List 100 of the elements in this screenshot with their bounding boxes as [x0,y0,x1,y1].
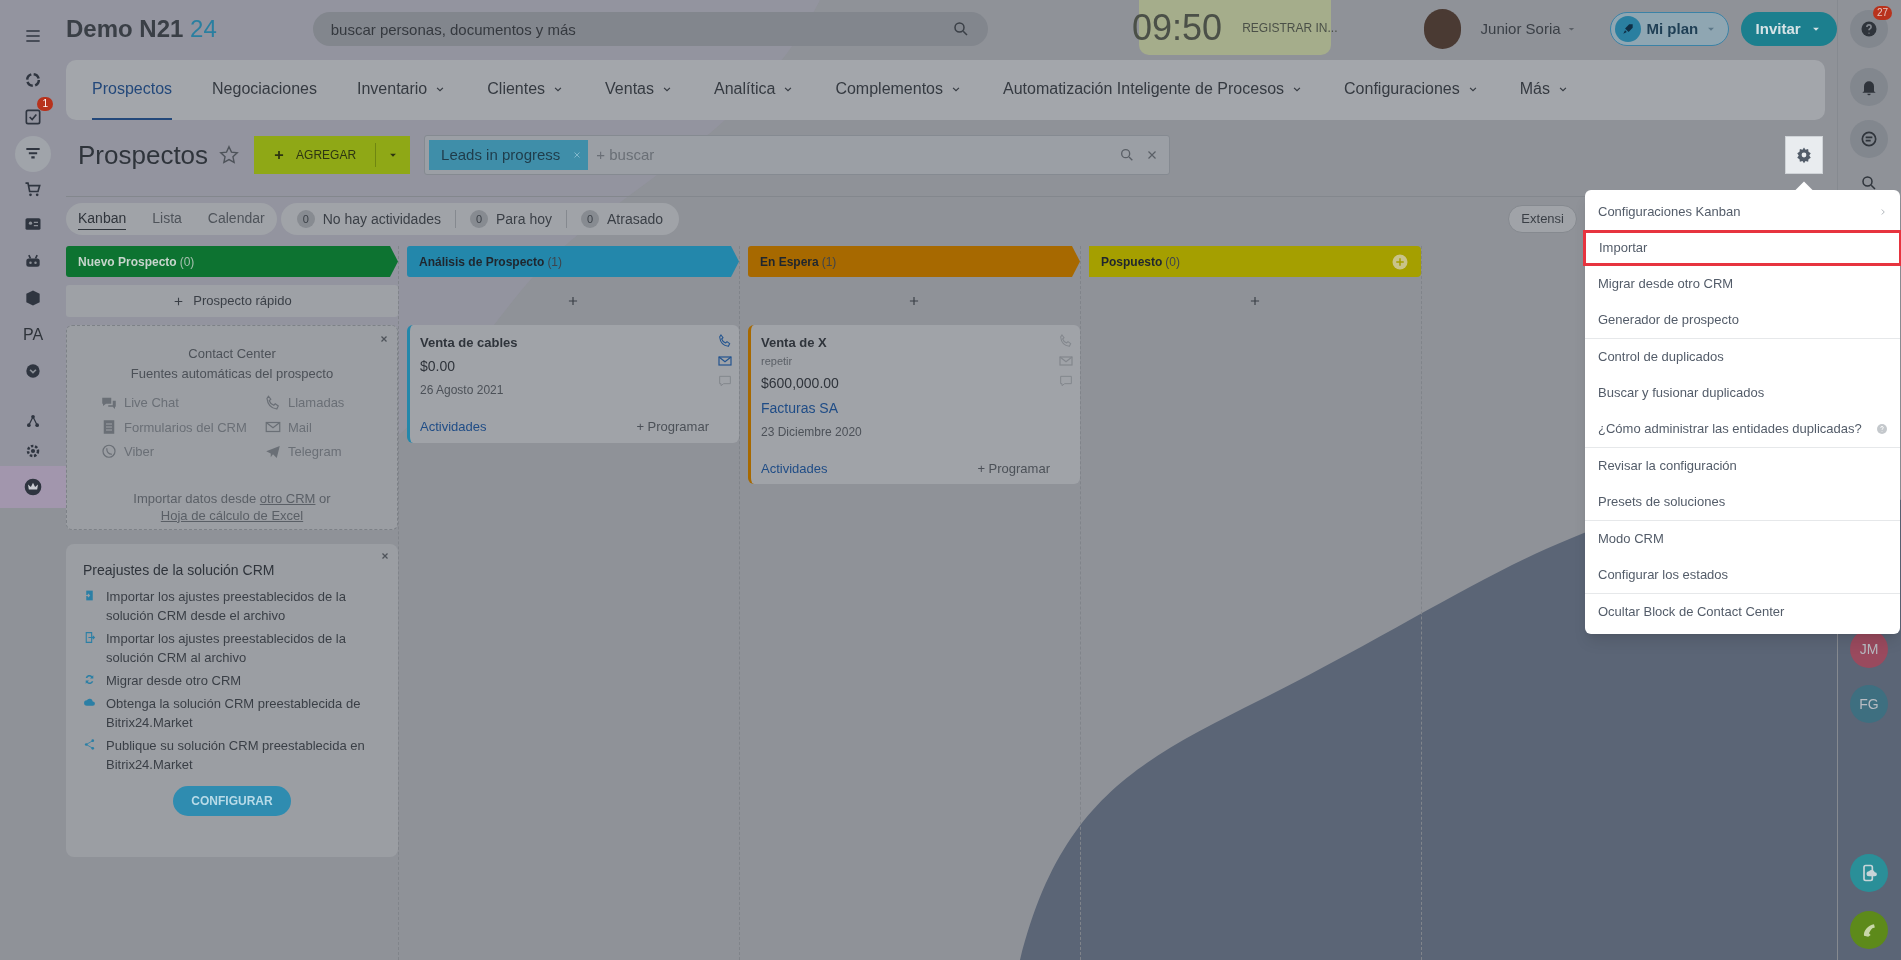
lead-card[interactable]: Venta de X repetir $600,000.00 Facturas SA 23 Diciembre 2020 Actividades + Programar [748,325,1080,484]
stage-count: (1) [821,253,837,271]
nav-tab[interactable]: Más [1519,60,1570,120]
close-icon [379,334,389,344]
card-date: 23 Diciembre 2020 [761,423,862,441]
nav-tab[interactable]: Prospectos [92,60,173,120]
stage-title: Análisis de Prospecto [419,253,545,271]
help-icon [1859,19,1879,39]
search-icon [1860,174,1878,192]
configure-button[interactable]: CONFIGURAR [173,786,291,816]
menu-item[interactable]: Configurar los estados [1585,557,1900,593]
help-icon [1876,423,1888,435]
quick-add-button[interactable]: Prospecto rápido [66,285,398,317]
sidebar-item[interactable]: PA [15,317,51,353]
share-icon [83,738,96,751]
settings-button[interactable] [1785,136,1823,174]
preset-link[interactable]: Migrar desde otro CRM [106,671,242,690]
card-subtitle: repetir [761,354,793,369]
settings-icon [1795,146,1813,164]
company-link[interactable]: Facturas SA [761,397,839,419]
menu-item[interactable]: Buscar y fusionar duplicados [1585,375,1900,411]
view-tab[interactable]: Calendar [207,208,265,230]
counter-filter[interactable]: No hay actividades [322,208,441,230]
search-field[interactable]: buscar personas, documentos y más [312,12,988,46]
crm-link[interactable]: otro CRM [259,490,316,506]
phone-icon [264,393,282,412]
envelope-icon [1058,353,1074,369]
view-tab[interactable]: Lista [152,208,182,230]
stage-count: (0) [179,253,195,271]
crown-icon [23,477,43,497]
menu-item[interactable]: Control de duplicados [1585,339,1900,375]
lead-card[interactable]: Venta de cables $0.00 26 Agosto 2021 Actividades + Programar [407,325,739,443]
add-button[interactable]: AGREGAR [254,136,411,174]
menu-item[interactable]: Ocultar Block de Contact Center [1585,594,1900,630]
stage-title: Nuevo Prospecto [78,253,177,271]
preset-link[interactable]: Publique su solución CRM preestablecida en Bitrix24.Market [106,736,381,774]
schedule-link[interactable]: + Programar [977,458,1050,478]
sidebar-item[interactable] [0,466,66,508]
counter-filter[interactable]: Atrasado [607,208,664,230]
cube-icon [23,288,43,308]
preset-link[interactable]: Importar los ajustes preestablecidos de la solución CRM desde el archivo [106,587,381,625]
nav-tab[interactable]: Negociaciones [212,60,317,120]
menu-item[interactable]: Generador de prospecto [1585,302,1900,338]
schedule-link[interactable]: + Programar [636,417,709,437]
card-amount: $600,000.00 [761,373,839,393]
pie-icon [23,70,43,90]
counter-badge: 0 [470,210,488,228]
phone-icon [1058,333,1074,349]
user-name[interactable]: Junior Soria [1480,17,1561,41]
sidebar-label: PA [22,325,44,345]
menu-item[interactable]: Revisar la configuración [1585,448,1900,484]
extensions-button[interactable]: Extensi [1508,205,1577,233]
nav-tab[interactable]: Complementos [835,60,963,120]
card-title: Venta de X [761,334,827,352]
plan-button[interactable]: Mi plan [1609,12,1730,46]
chat-icon [1859,129,1879,149]
widget-subtitle: Fuentes automáticas del prospecto [130,364,334,383]
plus-icon [566,294,580,308]
menu-item[interactable]: Importar [1583,230,1901,266]
card-amount: $0.00 [420,357,456,376]
search-icon [951,20,970,38]
page-title: Prospectos [78,138,209,172]
plus-icon [907,294,921,308]
user-avatar[interactable] [1423,9,1461,49]
star-icon [218,144,241,166]
filter-tag[interactable]: Leads in progress [429,140,589,170]
stage-title: Pospuesto [1101,253,1163,271]
invite-button[interactable]: Invitar [1741,12,1837,46]
widget-title: Contact Center [188,345,276,363]
activities-link[interactable]: Actividades [420,417,487,437]
nav-tab[interactable]: Analítica [714,60,796,120]
menu-item[interactable]: Modo CRM [1585,521,1900,557]
excel-link[interactable]: Hoja de cálculo de Excel [160,507,304,523]
counter-filter[interactable]: Para hoy [496,208,553,230]
notifications-button[interactable] [1850,68,1888,106]
app-logo[interactable]: Demo N21 24 [66,11,217,47]
nav-tab[interactable]: Clientes [487,60,566,120]
preset-link[interactable]: Obtenga la solución CRM preestablecida de Bitrix24.Market [106,694,381,732]
chat-button[interactable] [1850,120,1888,158]
menu-item[interactable]: Migrar desde otro CRM [1585,266,1900,302]
nav-tab[interactable]: Automatización Inteligente de Procesos [1003,60,1305,120]
stage-count: (1) [547,253,563,271]
stage-title: En Espera [760,253,819,271]
menu-item[interactable]: Configuraciones Kanban [1585,194,1900,230]
counter-badge: 0 [296,210,315,228]
import-text: Importar datos desde otro CRM or Hoja de cálculo de Excel [133,489,331,524]
chevron-circle-icon [23,361,43,381]
sidebar-item[interactable]: 1 [15,99,51,135]
preset-link[interactable]: Importar los ajustes preestablecidos de la solución CRM al archivo [106,629,381,667]
stage-count: (0) [1165,253,1180,271]
nav-tab[interactable]: Configuraciones [1344,60,1480,120]
clock-action: REGISTRAR IN... [1242,19,1338,37]
nav-tab[interactable]: Inventario [357,60,448,120]
nav-tab[interactable]: Ventas [605,60,674,120]
view-tab[interactable]: Kanban [78,208,127,230]
rocket-icon [1620,22,1635,36]
menu-item[interactable]: ¿Cómo administrar las entidades duplicadas? [1585,411,1900,447]
menu-item[interactable]: Presets de soluciones [1585,484,1900,520]
activities-link[interactable]: Actividades [761,458,828,478]
sidebar-item[interactable] [15,136,51,172]
